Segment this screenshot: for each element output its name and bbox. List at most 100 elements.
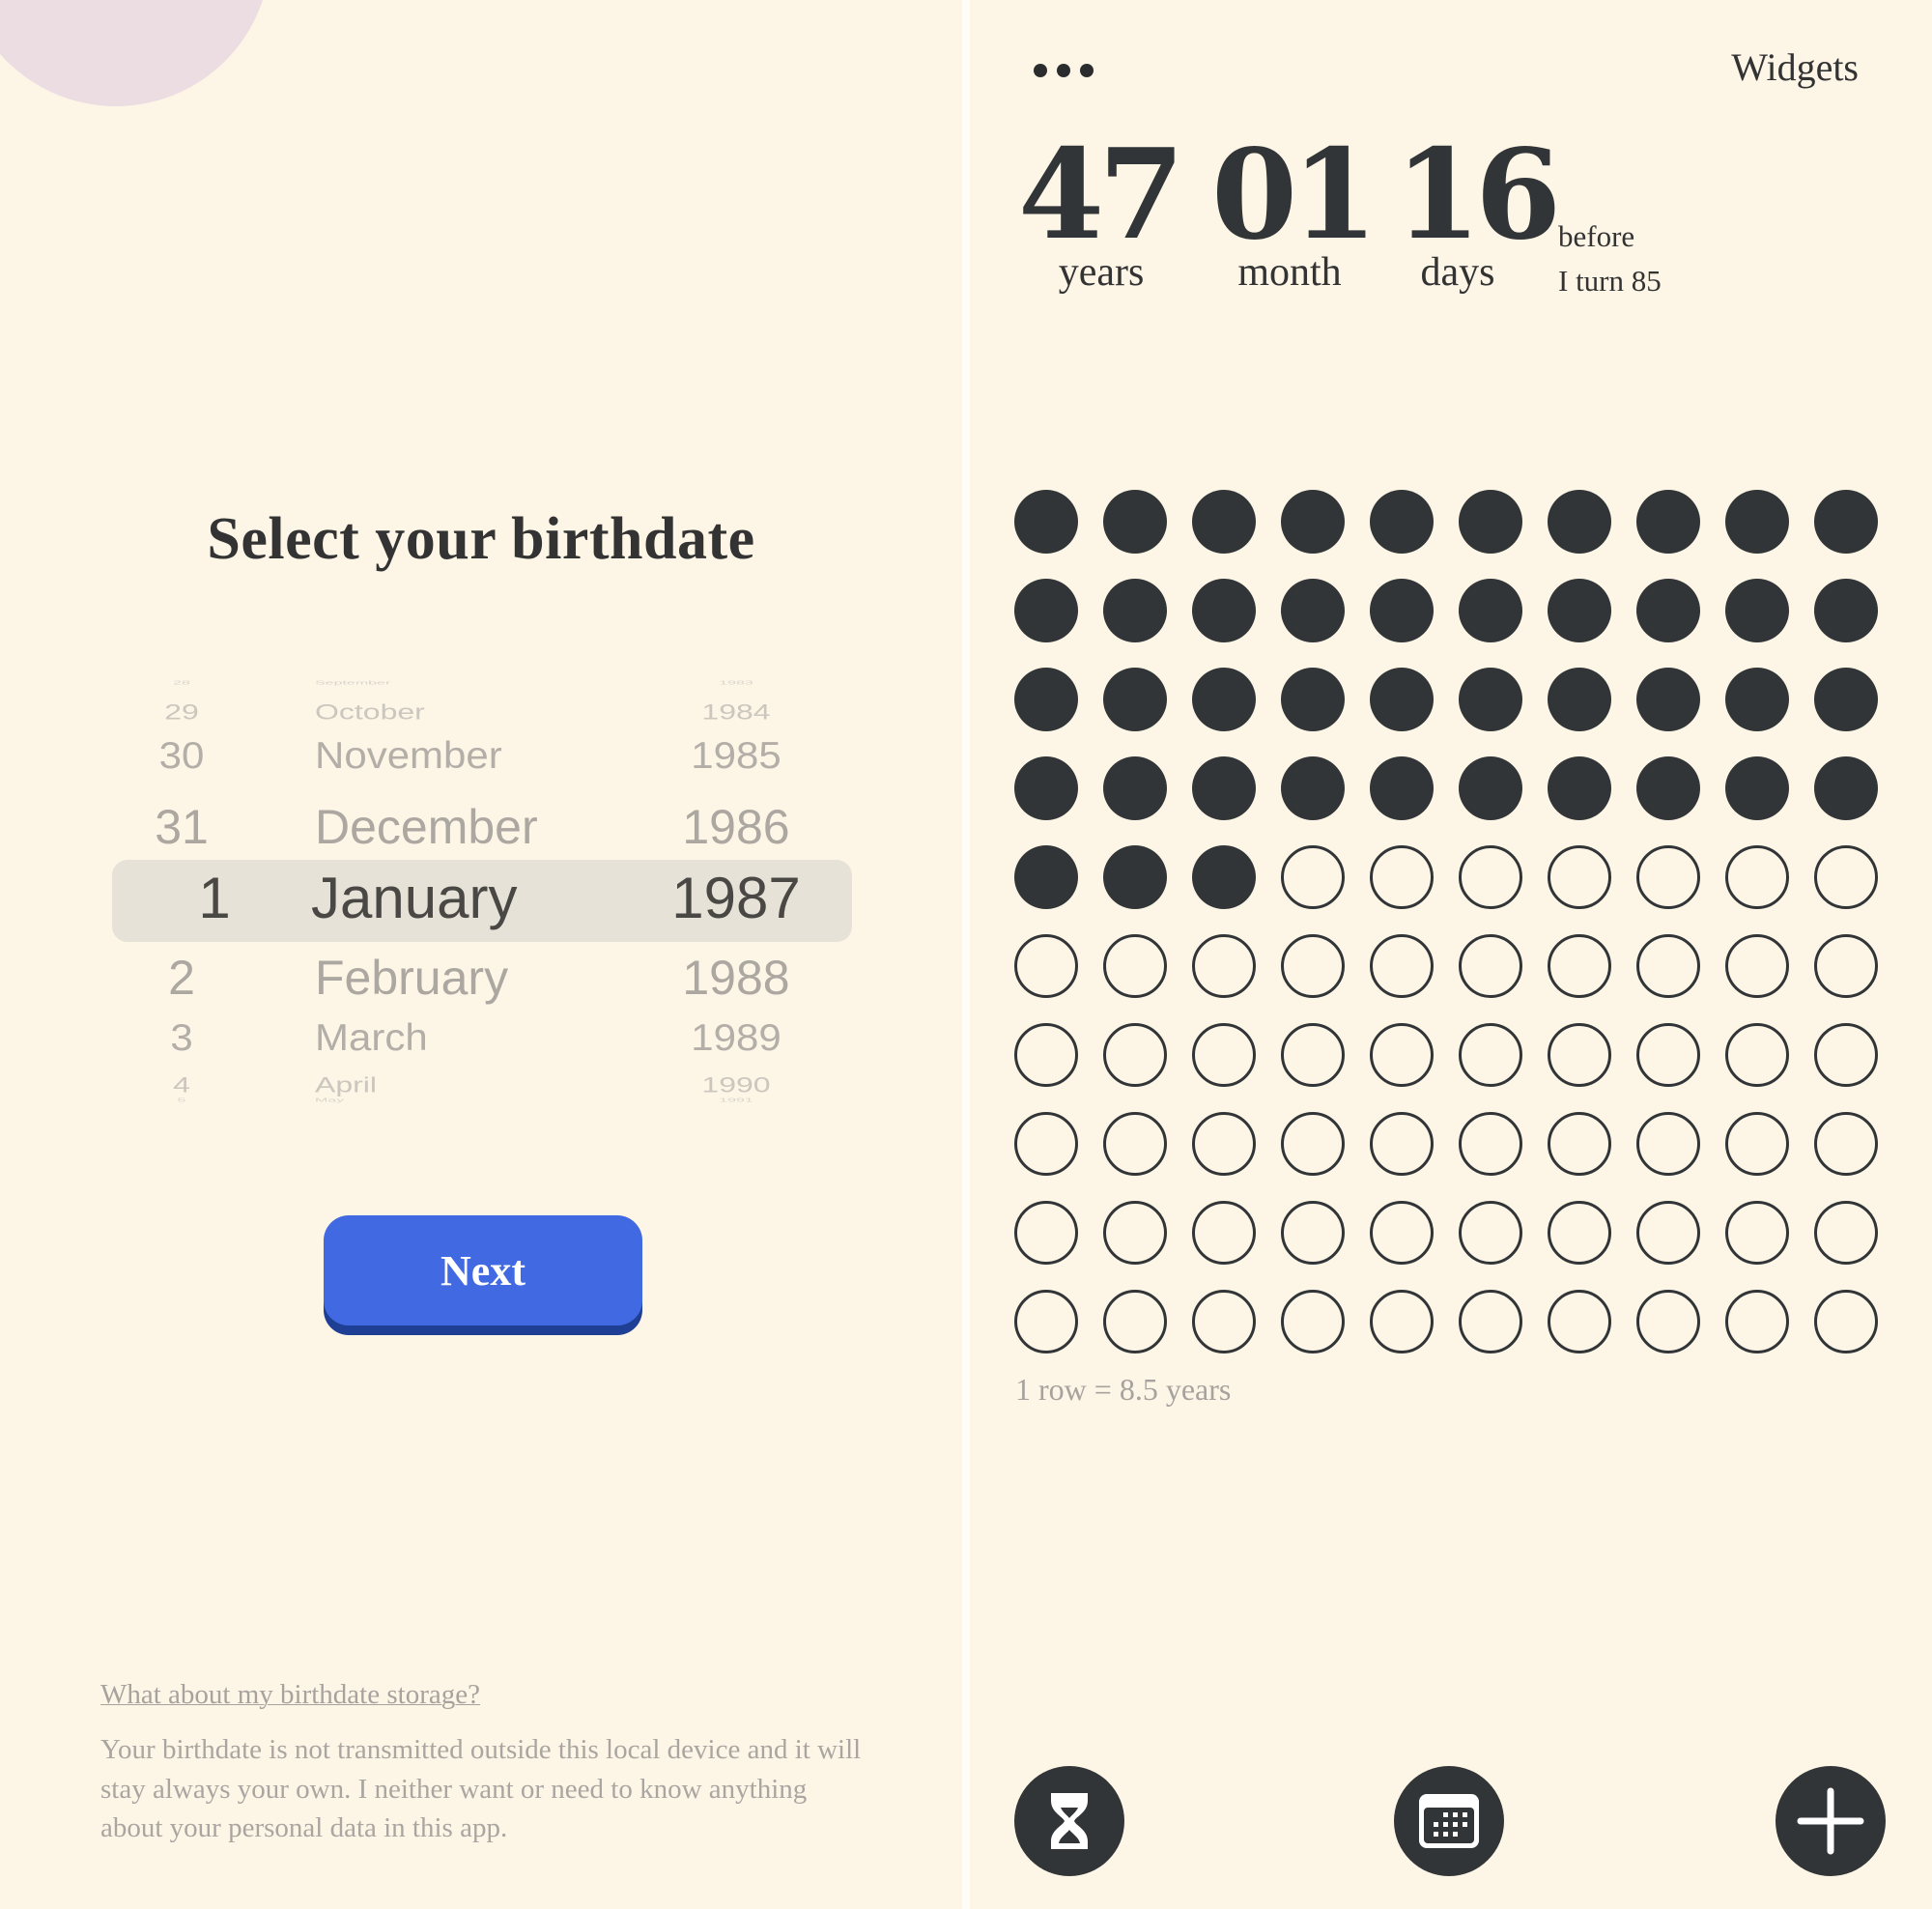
storage-info-link[interactable]: What about my birthdate storage? [100, 1679, 480, 1711]
life-dot-empty [1370, 1290, 1434, 1353]
picker-month[interactable]: March [315, 1016, 428, 1059]
life-dot-empty [1548, 1023, 1611, 1087]
life-dot-filled [1459, 668, 1522, 731]
life-dot-empty [1725, 845, 1789, 909]
life-dot-empty [1814, 1290, 1878, 1353]
life-dot-filled [1548, 756, 1611, 820]
life-dot-grid [1014, 490, 1884, 1359]
birthdate-screen: Select your birthdate 28 September 1983 29 O… [0, 0, 962, 1909]
life-dot-empty [1814, 845, 1878, 909]
years-count: 47 [1018, 123, 1184, 268]
life-dot-empty [1014, 1023, 1078, 1087]
picker-year[interactable]: 1991 [649, 1097, 823, 1103]
life-overview-screen: Widgets 47 01 16 years month days before… [970, 0, 1932, 1909]
months-count: 01 [1211, 123, 1378, 268]
life-dot-filled [1814, 579, 1878, 642]
picker-day[interactable]: 31 [133, 799, 230, 855]
picker-month[interactable]: December [315, 799, 538, 855]
picker-month[interactable]: January [311, 865, 517, 931]
life-dot-empty [1548, 845, 1611, 909]
life-dot-empty [1014, 934, 1078, 998]
life-dot-filled [1192, 845, 1256, 909]
life-dot-filled [1548, 579, 1611, 642]
life-dot-filled [1103, 490, 1167, 554]
picker-year[interactable]: 1984 [649, 699, 823, 725]
life-dot-empty [1725, 934, 1789, 998]
life-dot-filled [1014, 579, 1078, 642]
panel-divider [962, 0, 970, 1909]
picker-year[interactable]: 1986 [649, 799, 823, 855]
picker-month[interactable]: November [315, 734, 502, 777]
picker-day[interactable]: 5 [133, 1097, 230, 1103]
picker-year[interactable]: 1988 [649, 950, 823, 1006]
picker-year[interactable]: 1990 [649, 1072, 823, 1097]
life-dot-empty [1281, 1023, 1345, 1087]
target-age-caption: before I turn 85 [1558, 214, 1662, 303]
picker-year[interactable]: 1987 [649, 865, 823, 931]
picker-month[interactable]: September [315, 680, 390, 686]
life-dot-filled [1636, 668, 1700, 731]
life-dot-filled [1636, 756, 1700, 820]
months-label: month [1237, 250, 1342, 295]
picker-year[interactable]: 1989 [649, 1016, 823, 1059]
life-dot-empty [1548, 934, 1611, 998]
more-menu-button[interactable] [1034, 58, 1111, 83]
life-dot-filled [1725, 579, 1789, 642]
page-title: Select your birthdate [207, 506, 755, 572]
life-dot-empty [1548, 1112, 1611, 1176]
life-dot-filled [1725, 490, 1789, 554]
life-dot-filled [1370, 668, 1434, 731]
picker-month[interactable]: February [315, 950, 508, 1006]
life-dot-filled [1370, 490, 1434, 554]
picker-day[interactable]: 28 [133, 680, 230, 686]
life-dot-filled [1814, 668, 1878, 731]
life-dot-filled [1370, 579, 1434, 642]
life-dot-filled [1281, 756, 1345, 820]
life-dot-empty [1814, 934, 1878, 998]
picker-day[interactable]: 1 [166, 865, 263, 931]
picker-day[interactable]: 4 [133, 1072, 230, 1097]
life-dot-empty [1014, 1290, 1078, 1353]
picker-day[interactable]: 30 [133, 734, 230, 777]
life-dot-empty [1281, 1201, 1345, 1265]
picker-day[interactable]: 2 [133, 950, 230, 1006]
life-dot-empty [1636, 1201, 1700, 1265]
life-dot-empty [1103, 1290, 1167, 1353]
add-button[interactable] [1776, 1766, 1886, 1876]
life-dot-filled [1103, 668, 1167, 731]
picker-year[interactable]: 1983 [649, 680, 823, 686]
life-dot-filled [1192, 490, 1256, 554]
life-dot-empty [1281, 934, 1345, 998]
life-dot-empty [1636, 1112, 1700, 1176]
life-dot-filled [1459, 756, 1522, 820]
life-dot-filled [1192, 579, 1256, 642]
decorative-blob [0, 0, 270, 106]
picker-month[interactable]: October [315, 699, 425, 725]
life-dot-filled [1192, 668, 1256, 731]
life-dot-empty [1192, 1112, 1256, 1176]
life-dot-empty [1636, 1023, 1700, 1087]
picker-year[interactable]: 1985 [649, 734, 823, 777]
calendar-button[interactable] [1394, 1766, 1504, 1876]
row-legend: 1 row = 8.5 years [1015, 1372, 1232, 1407]
life-dot-empty [1459, 845, 1522, 909]
life-dot-empty [1725, 1023, 1789, 1087]
life-dot-filled [1281, 668, 1345, 731]
life-dot-filled [1814, 490, 1878, 554]
days-count: 16 [1395, 123, 1561, 268]
next-button[interactable]: Next [324, 1215, 642, 1325]
life-dot-empty [1103, 1112, 1167, 1176]
life-dot-empty [1370, 845, 1434, 909]
picker-month[interactable]: April [315, 1072, 377, 1097]
birthdate-picker[interactable]: 28 September 1983 29 October 1984 30 November 19… [112, 676, 852, 1121]
life-dot-filled [1548, 490, 1611, 554]
picker-month[interactable]: May [315, 1097, 344, 1103]
life-dot-empty [1281, 845, 1345, 909]
widgets-link[interactable]: Widgets [1731, 44, 1859, 90]
life-dot-filled [1014, 756, 1078, 820]
picker-day[interactable]: 3 [133, 1016, 230, 1059]
life-dot-empty [1725, 1201, 1789, 1265]
hourglass-button[interactable] [1014, 1766, 1124, 1876]
life-dot-filled [1014, 490, 1078, 554]
picker-day[interactable]: 29 [133, 699, 230, 725]
